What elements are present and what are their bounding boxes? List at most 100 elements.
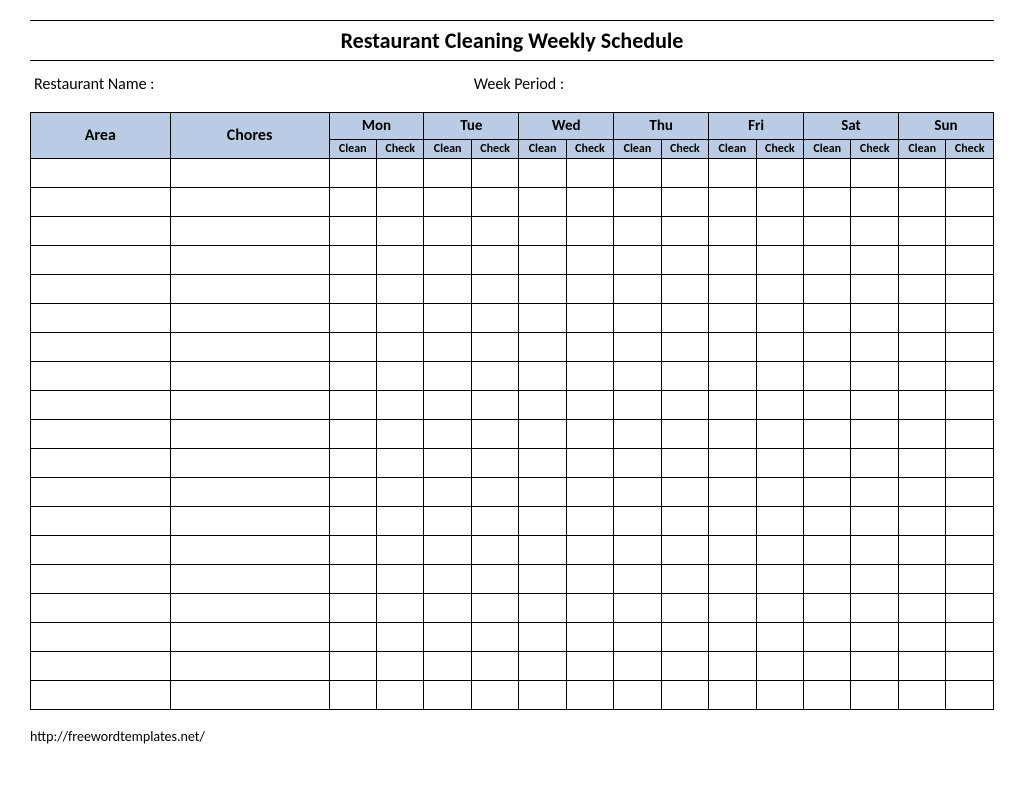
table-cell	[614, 159, 661, 188]
header-thu-check: Check	[661, 140, 708, 159]
header-day-sat: Sat	[804, 113, 899, 140]
table-cell	[471, 594, 518, 623]
table-cell	[898, 507, 945, 536]
table-cell	[614, 391, 661, 420]
table-cell	[376, 275, 423, 304]
header-day-sun: Sun	[898, 113, 993, 140]
table-cell	[661, 565, 708, 594]
table-cell	[804, 623, 851, 652]
table-cell	[376, 507, 423, 536]
table-cell	[804, 681, 851, 710]
table-cell	[329, 188, 376, 217]
table-cell	[804, 565, 851, 594]
table-row	[31, 159, 994, 188]
header-day-tue: Tue	[424, 113, 519, 140]
table-cell	[661, 478, 708, 507]
table-cell	[566, 565, 613, 594]
table-cell	[756, 652, 803, 681]
table-cell	[804, 333, 851, 362]
table-cell	[519, 507, 566, 536]
table-cell	[804, 159, 851, 188]
table-cell	[756, 159, 803, 188]
table-cell	[756, 681, 803, 710]
table-cell	[661, 681, 708, 710]
table-cell	[519, 159, 566, 188]
header-thu-clean: Clean	[614, 140, 661, 159]
table-cell	[566, 275, 613, 304]
table-cell	[471, 304, 518, 333]
table-cell	[898, 449, 945, 478]
table-cell	[709, 159, 756, 188]
table-cell	[376, 623, 423, 652]
header-tue-clean: Clean	[424, 140, 471, 159]
table-cell	[661, 333, 708, 362]
table-cell	[851, 217, 898, 246]
table-cell	[566, 188, 613, 217]
table-cell	[946, 188, 994, 217]
table-cell	[329, 507, 376, 536]
table-cell	[329, 391, 376, 420]
table-cell	[376, 391, 423, 420]
table-cell	[851, 536, 898, 565]
header-tue-check: Check	[471, 140, 518, 159]
table-cell	[424, 594, 471, 623]
table-cell	[329, 623, 376, 652]
table-cell	[566, 304, 613, 333]
table-cell	[709, 623, 756, 652]
table-cell	[471, 217, 518, 246]
table-cell	[170, 304, 329, 333]
table-cell	[804, 246, 851, 275]
table-cell	[614, 362, 661, 391]
table-cell	[424, 333, 471, 362]
table-cell	[31, 420, 171, 449]
table-cell	[709, 594, 756, 623]
table-cell	[709, 478, 756, 507]
table-cell	[31, 246, 171, 275]
table-cell	[566, 449, 613, 478]
table-cell	[170, 188, 329, 217]
table-cell	[471, 159, 518, 188]
table-cell	[31, 304, 171, 333]
table-cell	[614, 507, 661, 536]
table-cell	[170, 681, 329, 710]
table-cell	[661, 362, 708, 391]
table-header: Area Chores Mon Tue Wed Thu Fri Sat Sun …	[31, 113, 994, 159]
table-cell	[170, 275, 329, 304]
table-cell	[170, 565, 329, 594]
table-cell	[661, 623, 708, 652]
table-cell	[519, 652, 566, 681]
table-row	[31, 449, 994, 478]
table-cell	[471, 362, 518, 391]
table-cell	[898, 188, 945, 217]
table-cell	[661, 391, 708, 420]
table-cell	[614, 478, 661, 507]
table-cell	[329, 449, 376, 478]
table-cell	[31, 275, 171, 304]
table-cell	[376, 246, 423, 275]
table-cell	[329, 217, 376, 246]
table-cell	[519, 188, 566, 217]
table-row	[31, 246, 994, 275]
table-cell	[851, 594, 898, 623]
table-row	[31, 594, 994, 623]
table-cell	[471, 536, 518, 565]
table-cell	[424, 565, 471, 594]
table-cell	[946, 275, 994, 304]
table-cell	[661, 594, 708, 623]
page-title: Restaurant Cleaning Weekly Schedule	[30, 27, 994, 54]
table-cell	[471, 246, 518, 275]
table-cell	[329, 478, 376, 507]
table-cell	[424, 217, 471, 246]
footer-link: http://freewordtemplates.net/	[30, 728, 994, 745]
table-cell	[424, 304, 471, 333]
table-cell	[376, 333, 423, 362]
table-cell	[804, 536, 851, 565]
table-cell	[614, 565, 661, 594]
table-cell	[709, 536, 756, 565]
table-body	[31, 159, 994, 710]
table-cell	[424, 246, 471, 275]
table-cell	[851, 362, 898, 391]
table-cell	[170, 159, 329, 188]
restaurant-name-label: Restaurant Name :	[34, 75, 474, 94]
table-cell	[424, 478, 471, 507]
